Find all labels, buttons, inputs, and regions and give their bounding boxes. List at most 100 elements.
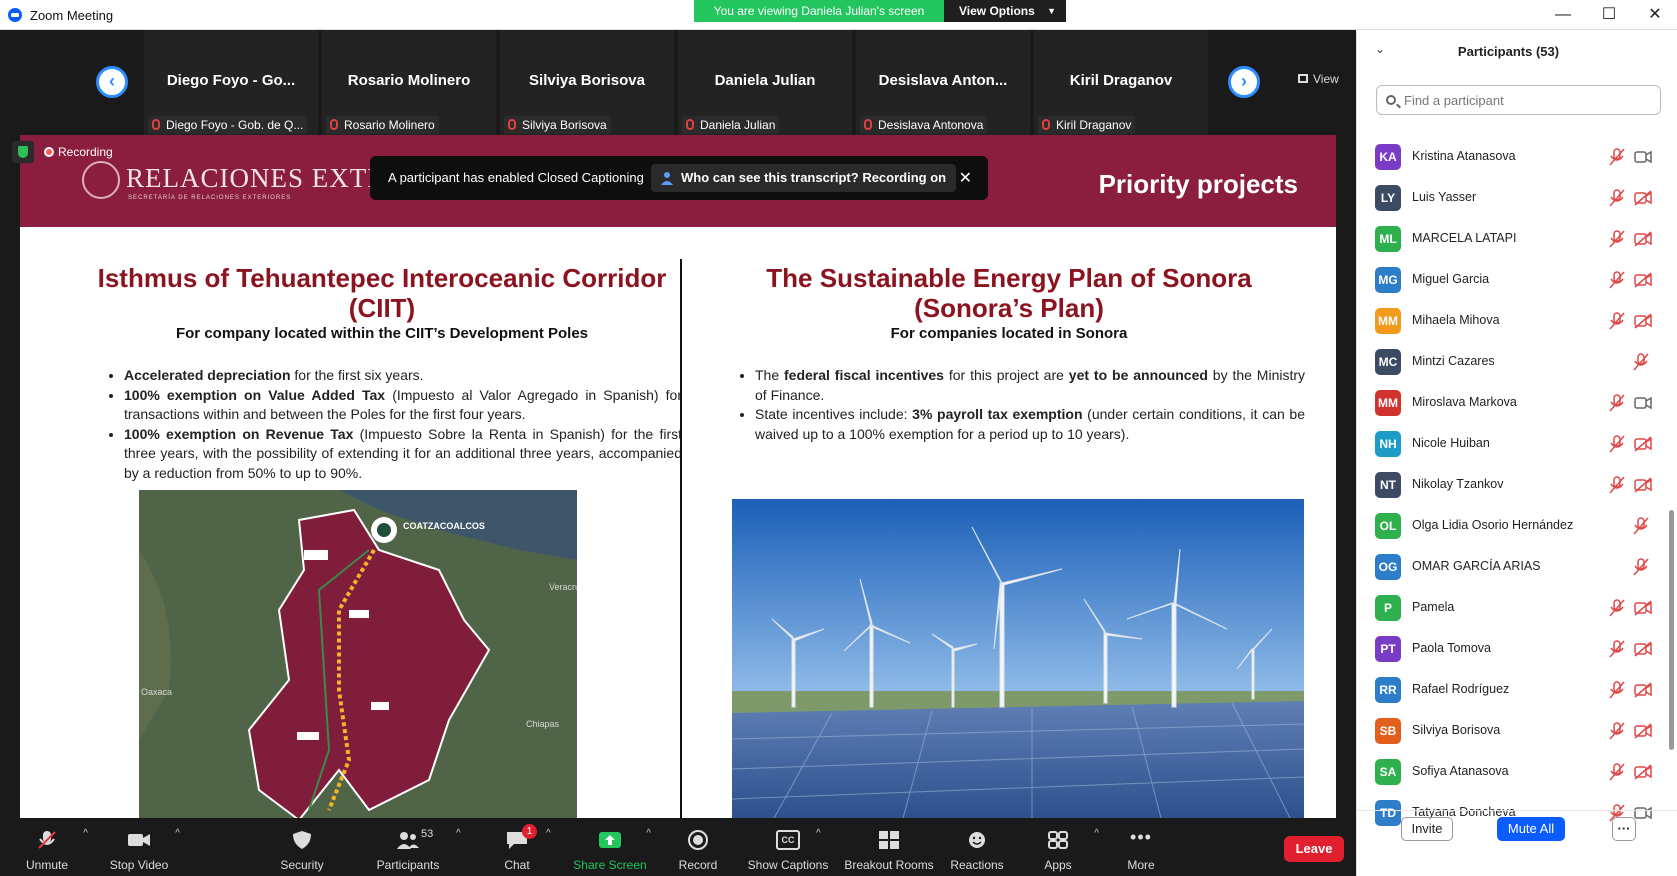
participant-name: Kristina Atanasova	[1412, 149, 1516, 163]
video-off-icon	[1634, 600, 1652, 616]
video-camera-icon	[1634, 150, 1652, 164]
participant-row[interactable]: NT Nikolay Tzankov	[1375, 466, 1665, 506]
chevron-up-icon[interactable]: ^	[83, 828, 88, 839]
participant-name: Miroslava Markova	[1412, 395, 1517, 409]
muted-mic-icon	[1633, 517, 1649, 535]
reactions-button[interactable]: Reactions	[932, 818, 1022, 876]
chevron-up-icon[interactable]: ^	[175, 828, 180, 839]
left-title: Isthmus of Tehuantepec Interoceanic Corr…	[97, 263, 667, 323]
leave-button[interactable]: Leave	[1284, 836, 1344, 862]
sre-logo-subtitle: SECRETARÍA DE RELACIONES EXTERIORES	[128, 195, 292, 201]
video-tile[interactable]: Rosario Molinero Rosario Molinero	[322, 30, 498, 138]
list-item: 100% exemption on Value Added Tax (Impue…	[124, 386, 682, 425]
participant-name: Luis Yasser	[1412, 190, 1477, 204]
participant-name: Mihaela Mihova	[1412, 313, 1500, 327]
apps-button[interactable]: ^ Apps	[1013, 818, 1103, 876]
map-label-east: Chiapas	[526, 719, 560, 729]
gallery-strip: ‹ Diego Foyo - Go... Diego Foyo - Gob. d…	[0, 30, 1356, 138]
video-off-icon	[1634, 477, 1652, 493]
video-off-icon	[1634, 682, 1652, 698]
video-tile[interactable]: Daniela Julian Daniela Julian	[678, 30, 854, 138]
encryption-shield-icon[interactable]	[12, 141, 34, 163]
recording-indicator[interactable]: Recording	[40, 145, 113, 159]
participant-name: Pamela	[1412, 600, 1455, 614]
view-options-button[interactable]: View Options ▼	[944, 0, 1066, 22]
transcript-visibility-button[interactable]: Who can see this transcript? Recording o…	[651, 164, 957, 192]
invite-button[interactable]: Invite	[1401, 817, 1453, 841]
participant-search-input[interactable]: Find a participant	[1376, 85, 1661, 115]
video-off-icon	[1634, 313, 1652, 329]
minimize-button[interactable]: —	[1548, 4, 1578, 26]
avatar: P	[1375, 595, 1401, 621]
avatar: MM	[1375, 390, 1401, 416]
participant-row[interactable]: MM Miroslava Markova	[1375, 384, 1665, 424]
participant-row[interactable]: LY Luis Yasser	[1375, 179, 1665, 219]
right-bullets: The federal fiscal incentives for this p…	[713, 366, 1305, 444]
participant-row[interactable]: SB Silviya Borisova	[1375, 712, 1665, 752]
participant-name: Sofiya Atanasova	[1412, 764, 1509, 778]
participant-row[interactable]: ML MARCELA LATAPI	[1375, 220, 1665, 260]
mute-all-button[interactable]: Mute All	[1497, 817, 1565, 841]
participants-chevron-up-icon[interactable]: ^	[456, 828, 461, 839]
share-screen-button[interactable]: ^ Share Screen	[565, 818, 655, 876]
breakout-rooms-button[interactable]: Breakout Rooms	[839, 818, 939, 876]
participants-button[interactable]: 53 Participants	[363, 818, 453, 876]
slide-header-title: Priority projects	[1098, 169, 1298, 199]
chat-button[interactable]: 1 Chat	[472, 818, 562, 876]
unmute-button[interactable]: ^ Unmute	[2, 818, 92, 876]
participant-row[interactable]: OL Olga Lidia Osorio Hernández	[1375, 507, 1665, 547]
record-button[interactable]: Record	[653, 818, 743, 876]
caption-message: A participant has enabled Closed Caption…	[388, 170, 644, 185]
muted-mic-icon	[1609, 148, 1625, 166]
map-label-west: Oaxaca	[141, 687, 172, 697]
muted-mic-icon	[508, 119, 516, 130]
chevron-up-icon[interactable]: ^	[646, 828, 651, 839]
breakout-rooms-icon	[879, 831, 899, 849]
more-options-button[interactable]: ···	[1612, 817, 1636, 841]
video-off-icon	[1634, 723, 1652, 739]
participant-name: Paola Tomova	[1412, 641, 1491, 655]
captions-chevron-up-icon[interactable]: ^	[816, 828, 821, 839]
participant-row[interactable]: P Pamela	[1375, 589, 1665, 629]
participant-row[interactable]: OG OMAR GARCÍA ARIAS	[1375, 548, 1665, 588]
tile-name: Desislava Anton...	[878, 72, 1008, 89]
close-caption-notice-button[interactable]: ✕	[959, 168, 972, 188]
security-button[interactable]: Security	[257, 818, 347, 876]
participant-row[interactable]: MG Miguel Garcia	[1375, 261, 1665, 301]
maximize-button[interactable]: ☐	[1594, 4, 1624, 26]
gallery-next-button[interactable]: ›	[1228, 66, 1260, 98]
close-window-button[interactable]: ✕	[1640, 4, 1670, 26]
tile-name: Daniela Julian	[714, 72, 816, 89]
tile-name: Kiril Draganov	[1069, 72, 1173, 89]
grid-icon	[1298, 74, 1308, 83]
participant-row[interactable]: MM Mihaela Mihova	[1375, 302, 1665, 342]
chat-unread-badge: 1	[522, 824, 537, 839]
video-tile[interactable]: Silviya Borisova Silviya Borisova	[500, 30, 676, 138]
show-captions-button[interactable]: CC Show Captions	[743, 818, 833, 876]
more-button[interactable]: ••• More	[1096, 818, 1186, 876]
gallery-prev-button[interactable]: ‹	[96, 66, 128, 98]
muted-mic-icon	[1609, 230, 1625, 248]
chat-chevron-up-icon[interactable]: ^	[546, 828, 551, 839]
participant-row[interactable]: SA Sofiya Atanasova	[1375, 753, 1665, 793]
left-column: Isthmus of Tehuantepec Interoceanic Corr…	[82, 263, 682, 483]
avatar: MM	[1375, 308, 1401, 334]
wind-solar-photo	[732, 499, 1304, 822]
participant-name: Nicole Huiban	[1412, 436, 1490, 450]
participant-name: Silviya Borisova	[1412, 723, 1501, 737]
avatar: MG	[1375, 267, 1401, 293]
tile-label: Rosario Molinero	[326, 116, 439, 134]
stop-video-button[interactable]: ^ Stop Video	[94, 818, 184, 876]
participant-list-scrollbar[interactable]	[1669, 510, 1674, 750]
video-tile[interactable]: Diego Foyo - Go... Diego Foyo - Gob. de …	[144, 30, 320, 138]
view-button[interactable]: View	[1298, 72, 1339, 86]
video-tile[interactable]: Desislava Anton... Desislava Antonova	[856, 30, 1032, 138]
video-tile[interactable]: Kiril Draganov Kiril Draganov	[1034, 30, 1210, 138]
participant-row[interactable]: NH Nicole Huiban	[1375, 425, 1665, 465]
participant-row[interactable]: MC Mintzi Cazares	[1375, 343, 1665, 383]
participant-row[interactable]: RR Rafael Rodríguez	[1375, 671, 1665, 711]
participants-count: 53	[421, 828, 434, 840]
participant-row[interactable]: KA Kristina Atanasova	[1375, 138, 1665, 178]
left-bullets: Accelerated depreciation for the first s…	[82, 366, 682, 483]
participant-row[interactable]: PT Paola Tomova	[1375, 630, 1665, 670]
